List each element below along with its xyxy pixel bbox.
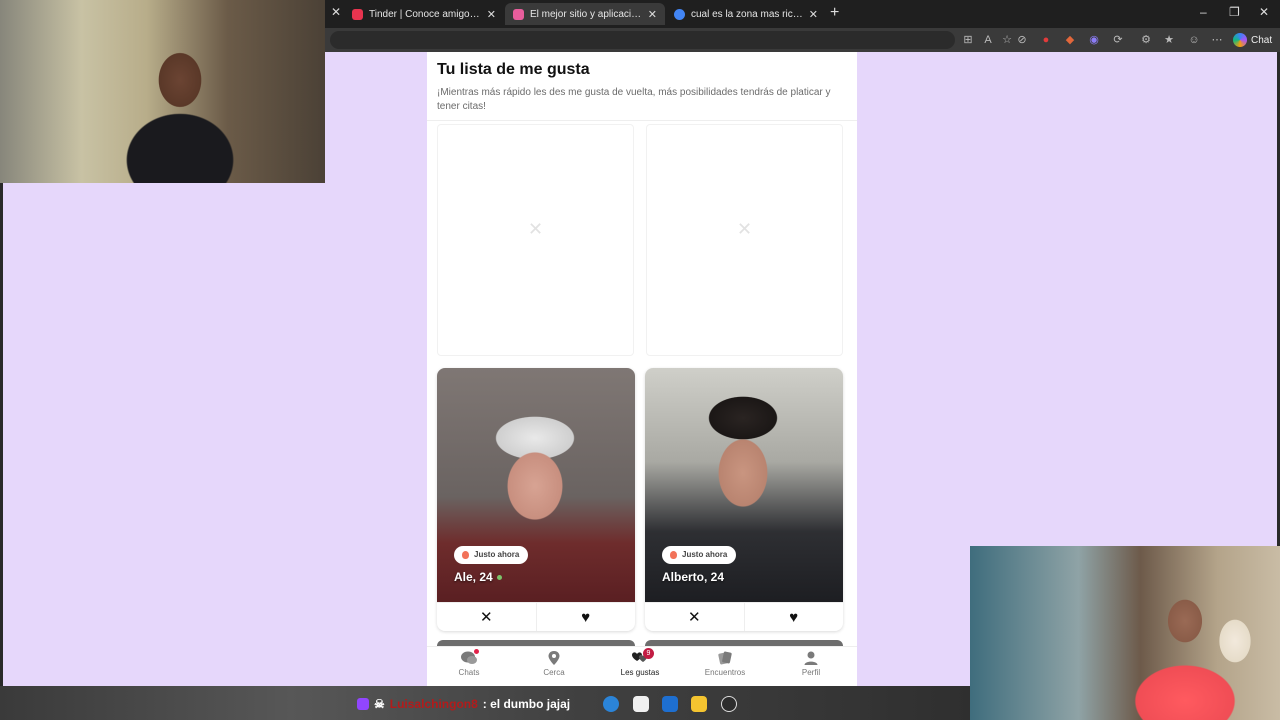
more-menu-icon[interactable]: ⋯	[1211, 34, 1223, 46]
cards-icon	[717, 651, 733, 665]
copilot-icon	[1233, 33, 1247, 47]
profile-photo[interactable]	[437, 368, 635, 602]
twitch-badge-icon	[357, 698, 369, 710]
like-card[interactable]: Justo ahora Alberto, 24 ✕ ♥	[645, 368, 843, 631]
nav-label: Chats	[458, 668, 480, 677]
profile-name: Alberto, 24	[662, 570, 724, 584]
nav-les-gustas[interactable]: 9 Les gustas	[600, 648, 680, 677]
flame-icon	[462, 551, 469, 559]
card-actions: ✕ ♥	[437, 602, 635, 631]
folder-icon[interactable]	[691, 696, 707, 712]
placeholder-icon: ✕	[528, 219, 544, 239]
online-dot-icon	[496, 575, 502, 581]
chat-username: Luisalchingon8	[389, 697, 478, 711]
nav-label: Perfil	[801, 668, 821, 677]
nav-label: Cerca	[543, 668, 565, 677]
webcam-overlay-bottom	[970, 546, 1280, 720]
likes-count-badge: 9	[643, 648, 654, 659]
activity-badge: Justo ahora	[662, 546, 737, 564]
name-age: Ale, 24	[454, 570, 493, 584]
edge-icon[interactable]	[603, 696, 619, 712]
extension-icon[interactable]: ◉	[1088, 34, 1100, 46]
likes-panel: Tu lista de me gusta ¡Mientras más rápid…	[427, 52, 857, 686]
location-pin-icon	[546, 651, 562, 665]
close-icon[interactable]: ✕	[648, 8, 657, 21]
card-actions: ✕ ♥	[645, 602, 843, 631]
close-icon[interactable]: ✕	[809, 8, 818, 21]
like-button[interactable]: ♥	[535, 603, 636, 631]
person-icon	[803, 651, 819, 665]
profile-icon[interactable]: ☺	[1188, 34, 1200, 46]
stream-chat-message: ☠ Luisalchingon8 : el dumbo jajaj	[357, 697, 570, 711]
nav-perfil[interactable]: Perfil	[771, 651, 851, 677]
tab-title: El mejor sitio y aplicación de citas	[530, 8, 642, 20]
obs-icon[interactable]	[721, 696, 737, 712]
hearts-icon: 9	[632, 648, 654, 665]
nav-label: Les gustas	[620, 668, 660, 677]
webcam-overlay-top	[0, 0, 325, 183]
chat-text: : el dumbo jajaj	[482, 697, 571, 711]
nav-cerca[interactable]: Cerca	[514, 651, 594, 677]
flame-icon	[670, 551, 677, 559]
window-close-icon[interactable]: ✕	[1259, 5, 1269, 19]
minimize-icon[interactable]: –	[1200, 5, 1207, 19]
copilot-label: Chat	[1251, 34, 1273, 46]
split-screen-icon[interactable]: ⚙	[1140, 34, 1152, 46]
tab-title: cual es la zona mas rica para vivir en	[691, 8, 803, 20]
google-favicon-icon	[674, 8, 685, 20]
heart-icon: ♥	[789, 608, 799, 626]
close-icon: ✕	[479, 609, 493, 626]
tab-search[interactable]: cual es la zona mas rica para vivir en ✕	[666, 3, 826, 25]
read-aloud-icon[interactable]: A	[982, 34, 994, 46]
like-button[interactable]: ♥	[743, 603, 844, 631]
extension-icon[interactable]: ◆	[1064, 34, 1076, 46]
address-bar[interactable]	[330, 31, 955, 49]
skull-icon: ☠	[374, 697, 385, 711]
tab-close-icon[interactable]: ✕	[331, 5, 341, 19]
profile-placeholder[interactable]: ✕	[646, 124, 843, 356]
bottom-nav: Chats Cerca 9 Les gustas Encuentros Perf…	[427, 646, 857, 686]
chat-bubbles-icon	[461, 649, 479, 665]
activity-badge: Justo ahora	[454, 546, 529, 564]
badge-label: Justo ahora	[682, 550, 728, 559]
restore-icon[interactable]: ❐	[1229, 5, 1240, 19]
new-tab-button[interactable]: +	[830, 4, 839, 22]
extensions-icon[interactable]: ⟳	[1112, 34, 1124, 46]
outlook-icon[interactable]	[662, 696, 678, 712]
tracking-icon[interactable]: ⊘	[1016, 34, 1028, 46]
unread-dot	[474, 649, 479, 654]
favorites-icon[interactable]: ★	[1163, 34, 1175, 46]
dislike-button[interactable]: ✕	[437, 603, 536, 631]
like-card[interactable]: Justo ahora Ale, 24 ✕ ♥	[437, 368, 635, 631]
tab-title: Tinder | Conoce amigos y gente nueva	[369, 8, 481, 20]
divider	[427, 120, 857, 121]
profile-placeholder[interactable]: ✕	[437, 124, 634, 356]
close-icon: ✕	[687, 609, 701, 626]
site-favicon-icon	[513, 8, 524, 20]
dislike-button[interactable]: ✕	[645, 603, 744, 631]
nav-encuentros[interactable]: Encuentros	[685, 651, 765, 677]
favorite-star-icon[interactable]: ☆	[1001, 34, 1013, 46]
adblock-icon[interactable]: ●	[1040, 34, 1052, 46]
nav-label: Encuentros	[704, 668, 746, 677]
page-subtitle: ¡Mientras más rápido les des me gusta de…	[437, 87, 831, 112]
tab-tinder[interactable]: Tinder | Conoce amigos y gente nueva ✕	[344, 3, 504, 25]
page-title: Tu lista de me gusta	[437, 61, 590, 78]
placeholder-icon: ✕	[737, 219, 753, 239]
name-age: Alberto, 24	[662, 570, 725, 584]
app-available-icon[interactable]: ⊞	[962, 34, 974, 46]
store-icon[interactable]	[633, 696, 649, 712]
heart-icon: ♥	[581, 608, 591, 626]
tinder-favicon-icon	[352, 8, 363, 20]
tab-citas[interactable]: El mejor sitio y aplicación de citas ✕	[505, 3, 665, 25]
badge-label: Justo ahora	[474, 550, 520, 559]
profile-name: Ale, 24	[454, 570, 502, 584]
close-icon[interactable]: ✕	[487, 8, 496, 21]
nav-chats[interactable]: Chats	[429, 649, 509, 677]
copilot-button[interactable]: Chat	[1233, 33, 1272, 47]
profile-photo[interactable]	[645, 368, 843, 602]
